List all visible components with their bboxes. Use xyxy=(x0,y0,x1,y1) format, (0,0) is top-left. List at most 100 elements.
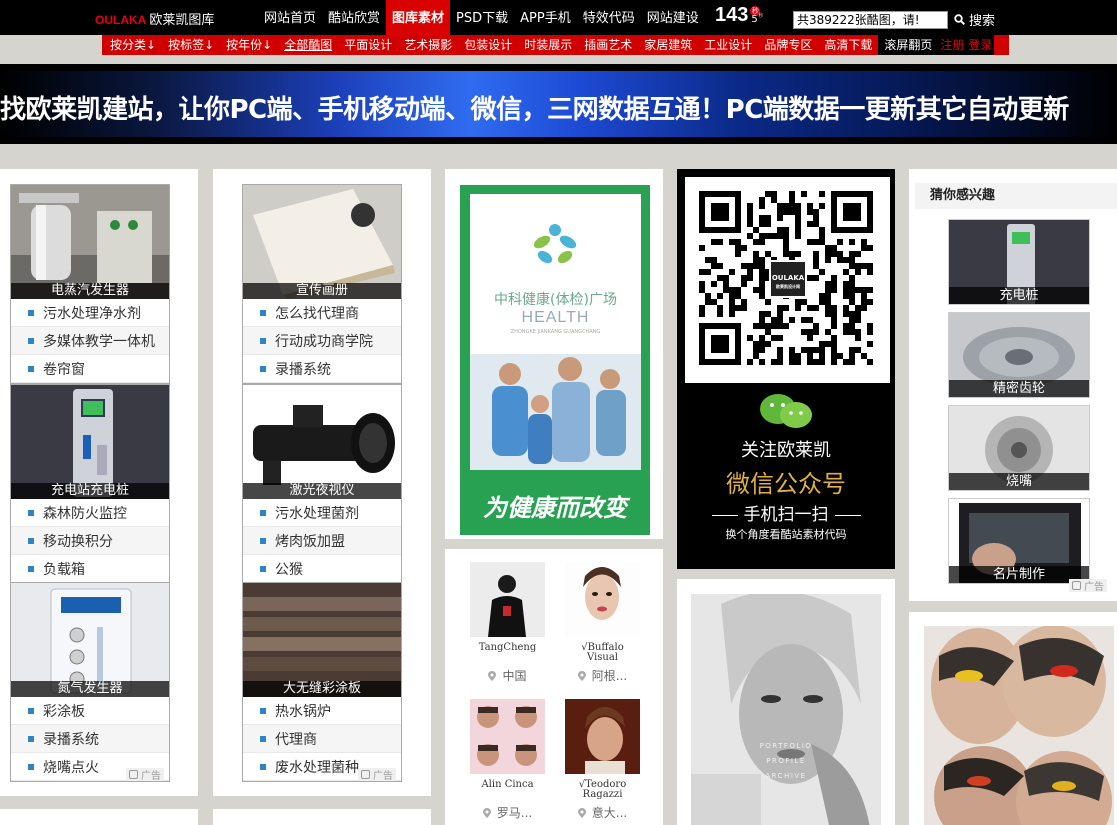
subnav-graphic[interactable]: 平面设计 xyxy=(338,35,398,55)
qr-module xyxy=(867,341,873,347)
list-item[interactable]: 移动换积分 xyxy=(11,527,169,555)
list-item[interactable]: 热水锅炉 xyxy=(243,697,401,725)
makeup-image[interactable] xyxy=(924,626,1114,825)
qr-module xyxy=(789,251,795,257)
list-item[interactable]: 多媒体教学一体机 xyxy=(11,327,169,355)
list-item[interactable]: 录播系统 xyxy=(243,355,401,383)
list-item[interactable]: 负载箱 xyxy=(11,555,169,583)
login-link[interactable]: 登录 xyxy=(966,35,995,55)
ad-banner[interactable]: 找欧莱凯建站，让你PC端、手机移动端、微信，三网数据互通！PC端数据一更新其它自… xyxy=(0,64,1117,144)
list-item[interactable]: 录播系统 xyxy=(11,725,169,753)
qr-module xyxy=(783,305,789,311)
ad-tag[interactable]: 广告 xyxy=(358,768,396,782)
list-item[interactable]: 烤肉饭加盟 xyxy=(243,527,401,555)
ad-tag[interactable]: 广告 xyxy=(1069,579,1107,593)
thumb-night-vision[interactable]: 激光夜视仪 xyxy=(243,385,401,499)
qr-module xyxy=(765,341,771,347)
qr-module xyxy=(783,245,789,251)
designer-item[interactable]: Alin Cinca 罗马... xyxy=(470,699,545,821)
search-input[interactable]: 共389222张酷图，请! xyxy=(793,11,948,29)
subnav-all[interactable]: 全部酷图 xyxy=(278,35,338,55)
column-2: 宣传画册 怎么找代理商 行动成功商学院 录播系统 激光夜视仪 污水处理菌剂 烤肉… xyxy=(213,169,431,796)
portfolio-card[interactable]: PORTFOLIO PROFILE ARCHIVE xyxy=(677,579,895,825)
qr-module xyxy=(849,251,855,257)
qr-module xyxy=(831,335,837,341)
designer-item[interactable]: √Buffalo Visual 阿根... xyxy=(565,562,640,684)
qr-tagline: 换个角度看酷站素材代码 xyxy=(725,528,847,541)
thumb-steel-pipes[interactable]: 大无缝彩涂板 xyxy=(243,583,401,697)
subnav-by-tag[interactable]: 按标签↓ xyxy=(162,35,220,55)
ad-tag[interactable]: 广告 xyxy=(126,768,164,782)
health-ad-card[interactable]: 中科健康(体检)广场 HEALTH ZHONGKE JIANKANG GUANG… xyxy=(445,169,663,539)
subnav-hd[interactable]: 高清下载 xyxy=(818,35,878,55)
qr-code[interactable]: OULAKA 欧莱凯设计网 xyxy=(685,177,890,383)
thumb-nitrogen-generator[interactable]: 氮气发生器 xyxy=(11,583,169,697)
qr-module xyxy=(825,299,831,305)
subnav-photo[interactable]: 艺术摄影 xyxy=(398,35,458,55)
qr-module xyxy=(795,227,801,233)
designers-card: TangCheng 中国 √Buffalo Visual 阿根... Alin … xyxy=(445,549,663,825)
qr-module xyxy=(813,305,819,311)
thumb-charging-station[interactable]: 充电站充电桩 xyxy=(11,385,169,499)
qr-module xyxy=(741,245,747,251)
qr-module xyxy=(795,359,801,365)
list-item[interactable]: 公猴 xyxy=(243,555,401,583)
qr-module xyxy=(819,233,825,239)
qr-module xyxy=(855,311,861,317)
qr-module xyxy=(759,239,765,245)
subnav-architecture[interactable]: 家居建筑 xyxy=(638,35,698,55)
recommend-item-business-card[interactable]: 名片制作 xyxy=(948,498,1090,584)
scroll-page-toggle[interactable]: 滚屏翻页 xyxy=(878,35,939,55)
makeup-card[interactable] xyxy=(909,612,1117,825)
thumb-steam-generator[interactable]: 电蒸汽发生器 xyxy=(11,185,169,299)
site-logo[interactable]: OULAKA 欧莱凯图库 xyxy=(95,9,214,28)
subnav-brand[interactable]: 品牌专区 xyxy=(758,35,818,55)
qr-module xyxy=(753,257,759,263)
health-ad[interactable]: 中科健康(体检)广场 HEALTH ZHONGKE JIANKANG GUANG… xyxy=(460,185,650,535)
subnav-package[interactable]: 包装设计 xyxy=(458,35,518,55)
search-button[interactable]: 搜索 xyxy=(954,10,995,29)
recommend-item-charger[interactable]: 充电桩 xyxy=(948,219,1090,305)
designer-item[interactable]: TangCheng 中国 xyxy=(470,562,545,684)
nav-effects[interactable]: 特效代码 xyxy=(577,0,641,35)
thumb-brochure[interactable]: 宣传画册 xyxy=(243,185,401,299)
list-item[interactable]: 行动成功商学院 xyxy=(243,327,401,355)
nav-web-build[interactable]: 网站建设 xyxy=(641,0,705,35)
thumb-caption: 电蒸汽发生器 xyxy=(11,283,169,299)
qr-module xyxy=(723,275,729,281)
qr-module xyxy=(807,347,813,353)
qr-module xyxy=(849,293,855,299)
designer-item[interactable]: √Teodoro Ragazzi 意大... xyxy=(565,699,640,821)
subnav-by-year[interactable]: 按年份↓ xyxy=(220,35,278,55)
nav-app[interactable]: APP手机 xyxy=(514,0,577,35)
recommend-caption: 名片制作 xyxy=(949,566,1089,583)
nav-gallery[interactable]: 图库素材 xyxy=(386,0,451,35)
nav-psd[interactable]: PSD下载 xyxy=(450,0,514,35)
list-item[interactable]: 卷帘窗 xyxy=(11,355,169,383)
nav-cool-sites[interactable]: 酷站欣赏 xyxy=(322,0,386,35)
qr-module xyxy=(771,335,777,341)
top-bar: OULAKA 欧莱凯图库 网站首页 酷站欣赏 图库素材 PSD下载 APP手机 … xyxy=(0,0,1117,35)
subnav-fashion[interactable]: 时装展示 xyxy=(518,35,578,55)
list-item[interactable]: 怎么找代理商 xyxy=(243,299,401,327)
register-link[interactable]: 注册 xyxy=(938,35,967,55)
qr-module xyxy=(801,347,807,353)
subnav-illustration[interactable]: 插画艺术 xyxy=(578,35,638,55)
nav-home[interactable]: 网站首页 xyxy=(258,0,322,35)
recommend-item-burner[interactable]: 烧嘴 xyxy=(948,405,1090,491)
list-item[interactable]: 污水处理菌剂 xyxy=(243,499,401,527)
portfolio-image[interactable]: PORTFOLIO PROFILE ARCHIVE xyxy=(691,594,881,825)
qr-module xyxy=(831,245,837,251)
list-item[interactable]: 污水处理净水剂 xyxy=(11,299,169,327)
subnav-industrial[interactable]: 工业设计 xyxy=(698,35,758,55)
list-item[interactable]: 森林防火监控 xyxy=(11,499,169,527)
qr-module xyxy=(861,239,867,245)
qr-module xyxy=(831,323,837,329)
qr-module xyxy=(813,275,819,281)
wechat-qr-card[interactable]: OULAKA 欧莱凯设计网 关注欧莱凯 微信公众号 手机扫一扫 换个角度看酷站素材… xyxy=(677,169,895,569)
list-item[interactable]: 代理商 xyxy=(243,725,401,753)
recommend-item-gear[interactable]: 精密齿轮 xyxy=(948,312,1090,398)
qr-module xyxy=(783,251,789,257)
subnav-by-category[interactable]: 按分类↓ xyxy=(102,35,162,55)
list-item[interactable]: 彩涂板 xyxy=(11,697,169,725)
